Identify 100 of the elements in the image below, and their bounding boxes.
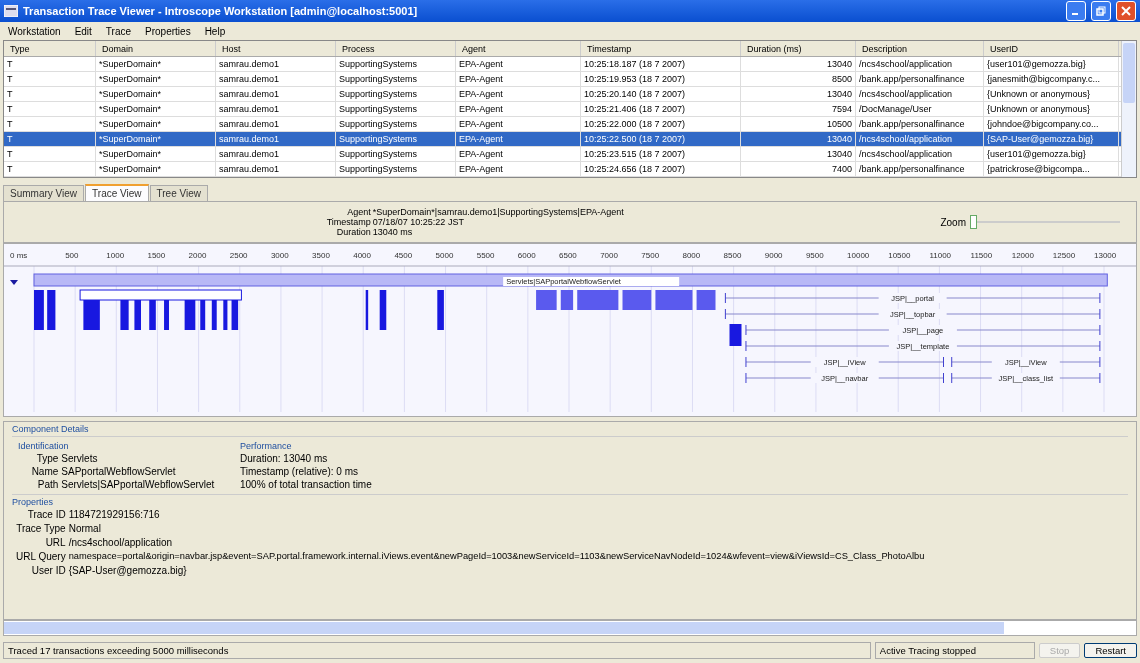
table-cell: T [4, 132, 96, 146]
table-cell: /bank.app/personalfinance [856, 162, 984, 176]
restore-button[interactable] [1091, 1, 1111, 21]
field-value: 1184721929156:716 [68, 509, 161, 520]
table-cell: /bank.app/personalfinance [856, 72, 984, 86]
table-cell: *SuperDomain* [96, 162, 216, 176]
tick-label: 2000 [188, 251, 207, 260]
table-cell: samrau.demo1 [216, 117, 336, 131]
table-cell: 13040 [741, 132, 856, 146]
window-title: Transaction Trace Viewer - Introscope Workstation [admin@localhost:5001] [23, 5, 419, 17]
close-icon [1121, 6, 1131, 16]
column-header[interactable]: Timestamp [581, 41, 741, 56]
table-cell: {Unknown or anonymous} [984, 102, 1119, 116]
app-icon [4, 5, 18, 17]
table-cell: SupportingSystems [336, 162, 456, 176]
tick-label: 9000 [764, 251, 783, 260]
menu-item[interactable]: Edit [74, 25, 92, 37]
tick-label: 7500 [641, 251, 660, 260]
menu-item[interactable]: Workstation [8, 25, 61, 37]
column-header[interactable]: Process [336, 41, 456, 56]
table-cell: 10:25:18.187 (18 7 2007) [581, 57, 741, 71]
tick-label: 13000 [1094, 251, 1117, 260]
menu-item[interactable]: Help [204, 25, 226, 37]
column-header[interactable]: Agent [456, 41, 581, 56]
field-label: Type [35, 453, 59, 464]
table-cell: 13040 [741, 57, 856, 71]
field-value: Servlets [61, 453, 99, 464]
tab[interactable]: Summary View [3, 185, 85, 201]
table-cell: /bank.app/personalfinance [856, 117, 984, 131]
menu-item[interactable]: Properties [145, 25, 191, 37]
collapse-icon[interactable] [10, 280, 18, 285]
tick-label: 8500 [723, 251, 742, 260]
tick-label: 2500 [229, 251, 248, 260]
slider-thumb[interactable] [970, 215, 977, 229]
table-cell: T [4, 87, 96, 101]
close-button[interactable] [1116, 1, 1136, 21]
table-cell: /DocManage/User [856, 102, 984, 116]
table-cell: *SuperDomain* [96, 72, 216, 86]
table-cell: 10:25:19.953 (18 7 2007) [581, 72, 741, 86]
table-cell: *SuperDomain* [96, 102, 216, 116]
column-header[interactable]: Host [216, 41, 336, 56]
table-row[interactable]: T *SuperDomain* samrau.demo1 SupportingSystems EPA-Agent 10:25:18.187 (18 7 2007) 13040 /ncs4school/application {user101@gemozza.big} [4, 57, 1121, 72]
table-cell: {user101@gemozza.big} [984, 147, 1119, 161]
table-row[interactable]: T *SuperDomain* samrau.demo1 SupportingSystems EPA-Agent 10:25:24.656 (18 7 2007) 7400 /bank.app/personalfinance {patrickrose@bigcompa... [4, 162, 1121, 177]
table-row[interactable]: T *SuperDomain* samrau.demo1 SupportingSystems EPA-Agent 10:25:22.500 (18 7 2007) 13040 /ncs4school/application {SAP-User@gemozza.big} [4, 132, 1121, 147]
table-cell: EPA-Agent [456, 147, 581, 161]
table-cell: T [4, 102, 96, 116]
table-cell: EPA-Agent [456, 57, 581, 71]
tick-label: 6500 [559, 251, 577, 260]
table-cell: 10:25:21.406 (18 7 2007) [581, 102, 741, 116]
table-cell: {SAP-User@gemozza.big} [984, 132, 1119, 146]
restore-icon [1096, 6, 1106, 16]
table-row[interactable]: T *SuperDomain* samrau.demo1 SupportingSystems EPA-Agent 10:25:23.515 (18 7 2007) 13040 /ncs4school/application {user101@gemozza.big} [4, 147, 1121, 162]
table-cell: *SuperDomain* [96, 57, 216, 71]
minimize-button[interactable] [1066, 1, 1086, 21]
tab[interactable]: Tree View [149, 185, 208, 201]
section-title: Component Details [12, 424, 90, 434]
tick-label: 500 [65, 251, 79, 260]
field-value: namespace=portal&origin=navbar.jsp&event=SAP.portal.framework.internal.iViews.event&newPageId=1003&newServiceId=1103&newServiceNavNodeId=1024&wfevent=view&iViewsId=CS_Class_PhotoAlbu [68, 551, 926, 562]
field-label: URL [44, 537, 66, 548]
tick-label: 4500 [394, 251, 413, 260]
field-value: /ncs4school/application [68, 537, 174, 548]
table-cell: EPA-Agent [456, 132, 581, 146]
column-header[interactable]: Duration (ms) [741, 41, 856, 56]
info-value: *SuperDomain*|samrau.demo1|SupportingSystems|EPA-Agent [372, 207, 625, 217]
column-header[interactable]: Domain [96, 41, 216, 56]
table-cell: /ncs4school/application [856, 147, 984, 161]
tick-label: 6000 [517, 251, 536, 260]
tick-label: 5500 [476, 251, 495, 260]
table-row[interactable]: T *SuperDomain* samrau.demo1 SupportingSystems EPA-Agent 10:25:20.140 (18 7 2007) 13040 /ncs4school/application {Unknown or anonymous} [4, 87, 1121, 102]
table-cell: EPA-Agent [456, 117, 581, 131]
table-cell: T [4, 147, 96, 161]
group-title: Identification [18, 441, 70, 451]
performance-text: 100% of total transaction time [240, 479, 372, 490]
field-label: Trace Type [16, 523, 66, 534]
table-cell: *SuperDomain* [96, 87, 216, 101]
horizontal-scrollbar[interactable] [3, 620, 1137, 636]
table-cell: T [4, 117, 96, 131]
table-cell: /ncs4school/application [856, 87, 984, 101]
tracing-status: Active Tracing stopped [874, 641, 1035, 659]
info-label: Duration [335, 227, 371, 237]
table-cell: samrau.demo1 [216, 72, 336, 86]
scrollbar[interactable] [1121, 41, 1136, 177]
table-cell: EPA-Agent [456, 162, 581, 176]
menu-item[interactable]: Trace [105, 25, 132, 37]
tab[interactable]: Trace View [85, 184, 149, 201]
tick-label: 3500 [312, 251, 330, 260]
table-row[interactable]: T *SuperDomain* samrau.demo1 SupportingSystems EPA-Agent 10:25:21.406 (18 7 2007) 7594 /DocManage/User {Unknown or anonymous} [4, 102, 1121, 117]
info-label: Timestamp [325, 217, 371, 227]
table-cell: EPA-Agent [456, 102, 581, 116]
table-cell: samrau.demo1 [216, 57, 336, 71]
tick-label: 11500 [970, 251, 993, 260]
table-cell: SupportingSystems [336, 72, 456, 86]
restart-button[interactable]: Restart [1084, 642, 1137, 658]
column-header[interactable]: Description [856, 41, 984, 56]
column-header[interactable]: UserID [984, 41, 1119, 56]
column-header[interactable]: Type [4, 41, 96, 56]
tick-label: 7000 [600, 251, 618, 260]
table-cell: SupportingSystems [336, 57, 456, 71]
table-row[interactable]: T *SuperDomain* samrau.demo1 SupportingSystems EPA-Agent 10:25:19.953 (18 7 2007) 8500 /bank.app/personalfinance {janesmith@bigcompany.c... [4, 72, 1121, 87]
